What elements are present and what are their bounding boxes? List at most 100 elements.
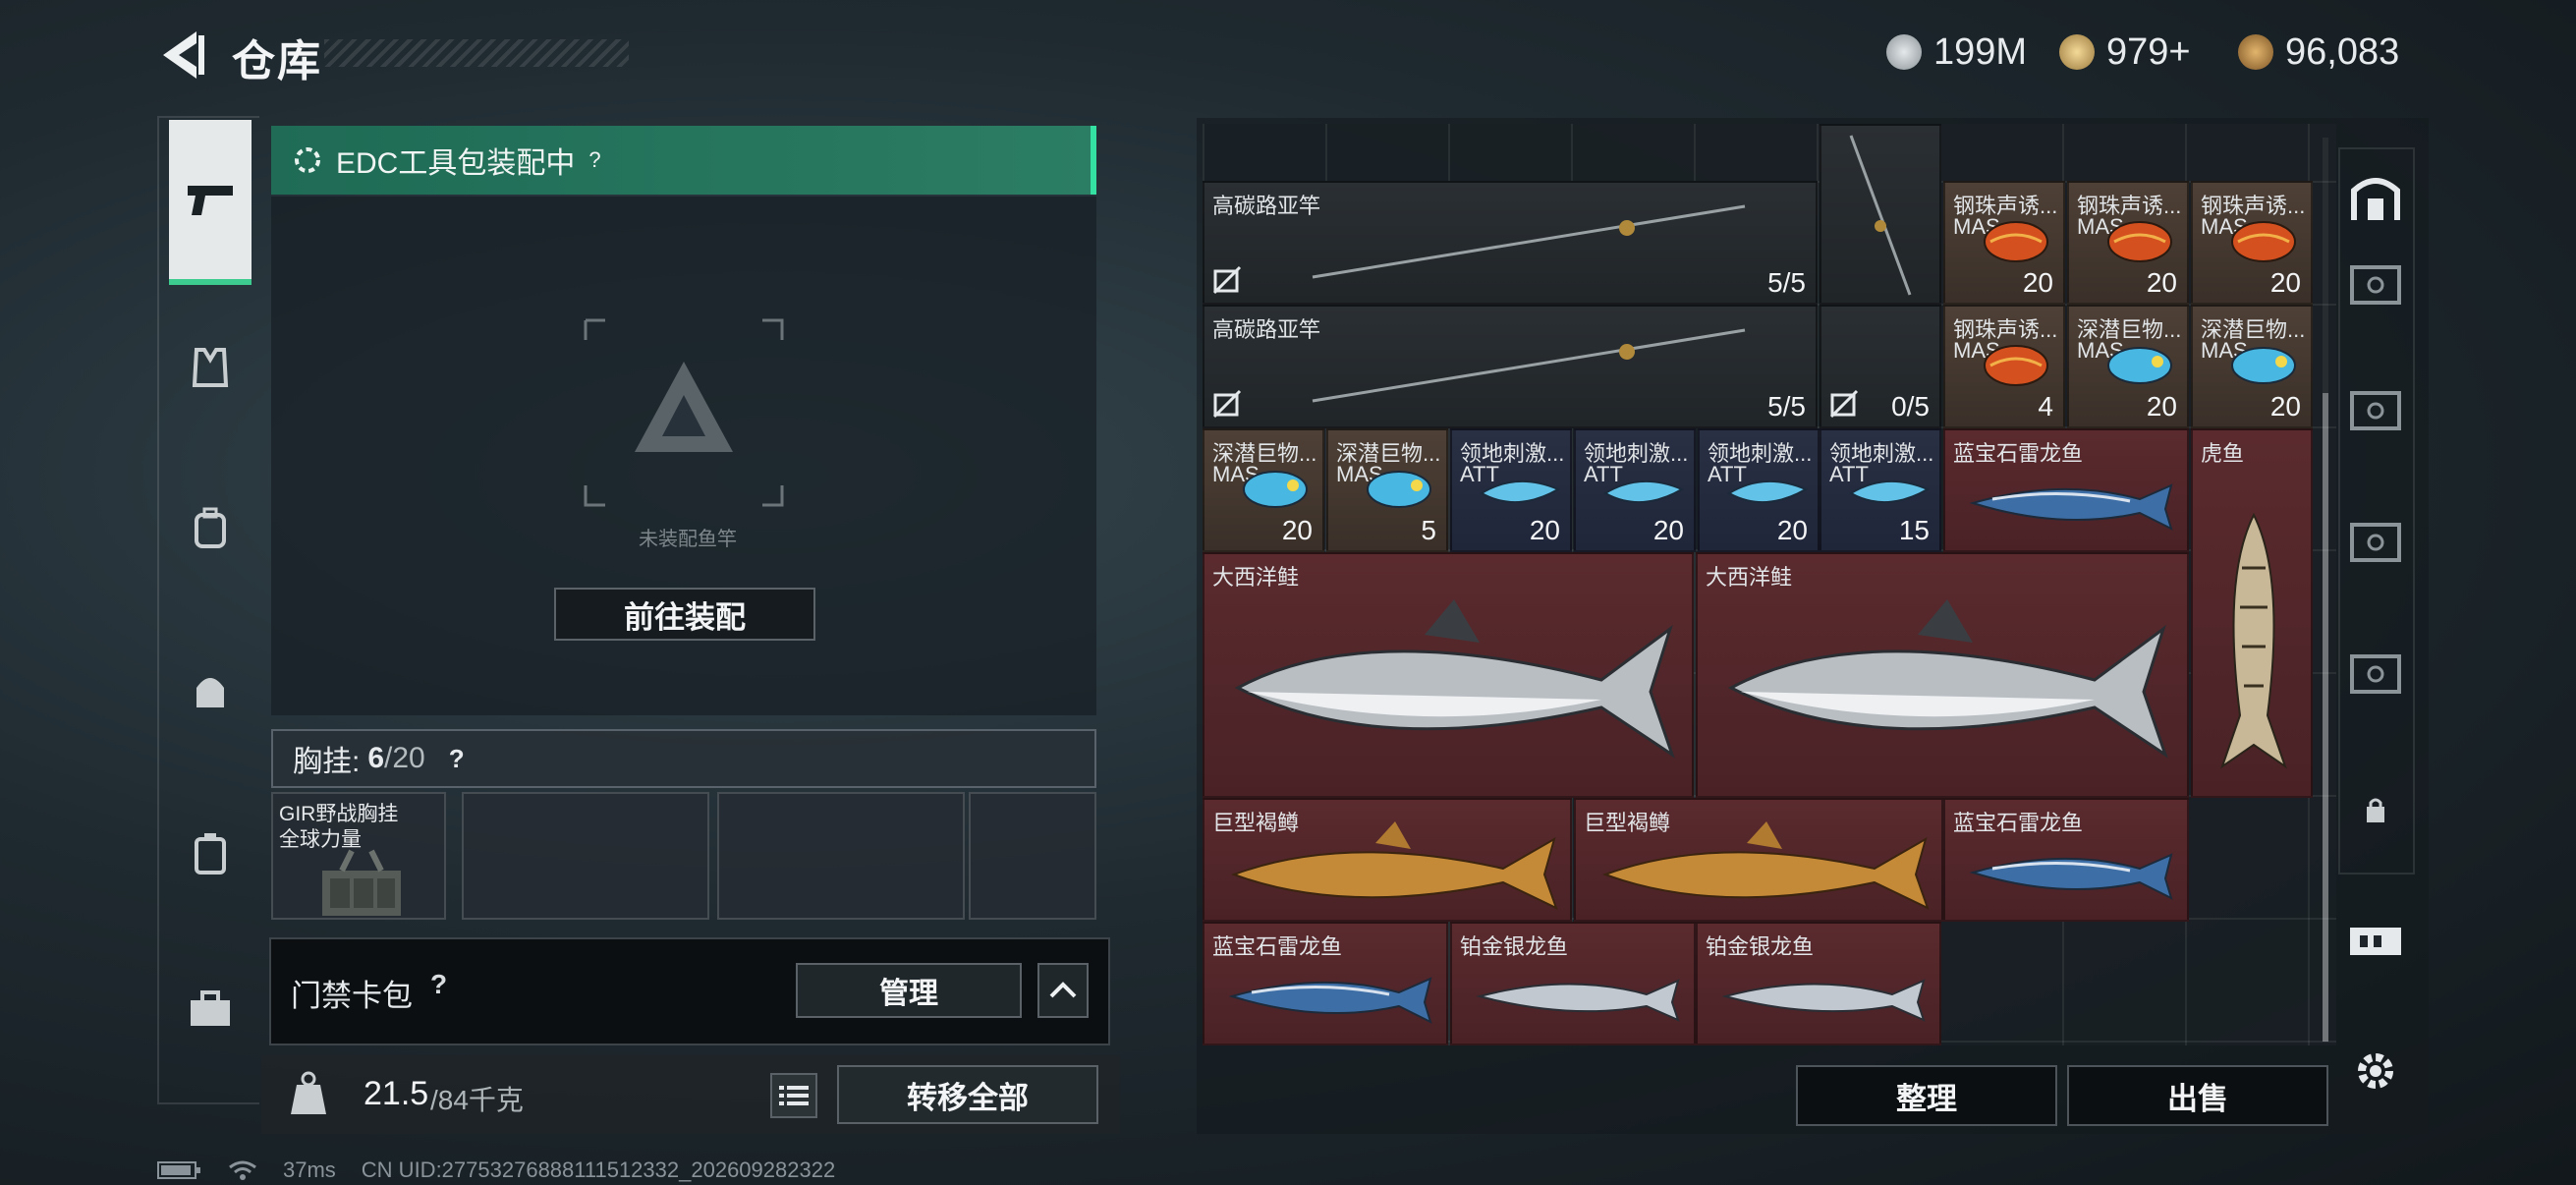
lure-item[interactable]: 领地刺激... ATT 15 [1820, 428, 1941, 552]
silver-coin-icon [1886, 34, 1922, 70]
safe-box-icon [2350, 391, 2401, 430]
salmon-image [1727, 599, 2168, 759]
bronze-coin-icon [2238, 34, 2273, 70]
chest-slot-empty[interactable] [969, 792, 1096, 920]
item-name: 大西洋鲑 [1706, 565, 1793, 590]
fish-item[interactable]: 蓝宝石雷龙鱼 [1203, 922, 1448, 1045]
tab-safe-2[interactable] [2344, 379, 2407, 442]
nav-toolbox[interactable] [169, 969, 252, 1051]
grid-scrollbar-thumb[interactable] [2323, 393, 2328, 1042]
case-icon [195, 833, 226, 875]
chevron-up-icon [1049, 982, 1077, 998]
lure-item[interactable]: 深潜巨物... MAS 20 [2067, 305, 2189, 428]
lure-item[interactable]: 深潜巨物... MAS 20 [2191, 305, 2313, 428]
tab-tag[interactable] [2344, 910, 2407, 973]
transfer-all-button[interactable]: 转移全部 [837, 1065, 1098, 1124]
minnow-lure-image [1849, 480, 1931, 503]
fishing-rod-vertical-item[interactable] [1820, 124, 1941, 305]
weight-current: 21.5 [364, 1075, 429, 1112]
chest-help-icon[interactable]: ? [449, 744, 465, 774]
fish-item[interactable]: 铂金银龙鱼 [1696, 922, 1941, 1045]
fish-item[interactable]: 蓝宝石雷龙鱼 [1943, 798, 2189, 922]
tab-locked[interactable] [2344, 778, 2407, 841]
no-mod-icon [1212, 389, 1242, 419]
sort-button[interactable]: 整理 [1796, 1065, 2057, 1126]
snakehead-fish-image [1969, 483, 2173, 531]
battery-icon [157, 1161, 200, 1179]
settings-button[interactable] [2344, 1040, 2407, 1102]
item-name: 虎鱼 [2201, 441, 2245, 466]
lure-item[interactable]: 钢珠声诱... MAS 4 [1943, 305, 2065, 428]
gear-spinner-icon [295, 147, 320, 173]
lure-item[interactable]: 深潜巨物... MAS 5 [1326, 428, 1448, 552]
tab-safe-1[interactable] [2344, 254, 2407, 316]
item-count: 20 [2269, 267, 2301, 298]
lure-item[interactable]: 领地刺激... ATT 20 [1698, 428, 1820, 552]
no-mod-icon [1212, 265, 1242, 295]
lure-item[interactable]: 领地刺激... ATT 20 [1450, 428, 1572, 552]
fish-item[interactable]: 虎鱼 [2191, 428, 2313, 798]
edc-status-bar[interactable]: EDC工具包装配中 ? [271, 126, 1096, 195]
nav-backpack[interactable] [169, 487, 252, 570]
lure-item[interactable]: 领地刺激... ATT 20 [1574, 428, 1696, 552]
unequipped-rod-label: 未装配鱼竿 [639, 529, 737, 550]
item-count: 5/5 [1767, 267, 1806, 298]
gold-token-icon [2059, 34, 2095, 70]
item-count: 20 [1776, 515, 1808, 545]
weight-icon [291, 1071, 326, 1114]
nav-case[interactable] [169, 812, 252, 894]
blue-lure-image [1243, 471, 1308, 508]
currency-bronze: 96,083 [2238, 28, 2399, 77]
vest-icon [192, 348, 229, 387]
item-count: 15 [1898, 515, 1930, 545]
weight-max: /84千克 [430, 1085, 524, 1115]
fish-item[interactable]: 铂金银龙鱼 [1450, 922, 1696, 1045]
lock-icon [2367, 798, 2384, 822]
item-count: 20 [2269, 391, 2301, 422]
fishing-rod-item[interactable]: 高碳路亚竿 5/5 [1203, 305, 1818, 428]
tab-safe-4[interactable] [2344, 643, 2407, 705]
sell-button[interactable]: 出售 [2067, 1065, 2328, 1126]
goto-equip-button[interactable]: 前往装配 [554, 588, 815, 641]
item-count: 20 [2022, 267, 2053, 298]
fishing-rod-image [1312, 204, 1746, 279]
tab-safe-3[interactable] [2344, 511, 2407, 574]
fish-item[interactable]: 巨型褐鳟 [1574, 798, 1943, 922]
chest-slot-equipped[interactable]: GIR野战胸挂 全球力量 [271, 792, 446, 920]
nav-bag[interactable] [169, 649, 252, 731]
lure-item[interactable]: 深潜巨物... MAS 20 [1203, 428, 1324, 552]
back-button[interactable] [157, 28, 206, 83]
brown-trout-image [1231, 821, 1558, 910]
lure-item[interactable]: 钢珠声诱... MAS 20 [1943, 181, 2065, 305]
fishing-rod-image [1849, 135, 1912, 296]
fish-item[interactable]: 巨型褐鳟 [1203, 798, 1572, 922]
lure-item[interactable]: 钢珠声诱... MAS 20 [2191, 181, 2313, 305]
lure-item[interactable]: 钢珠声诱... MAS 20 [2067, 181, 2189, 305]
fish-item[interactable]: 蓝宝石雷龙鱼 [1943, 428, 2189, 552]
nav-weapons[interactable] [169, 120, 252, 285]
fish-item[interactable]: 大西洋鲑 [1203, 552, 1694, 798]
edc-help-icon[interactable]: ? [588, 147, 600, 173]
collapse-button[interactable] [1037, 963, 1089, 1018]
chest-slot-empty[interactable] [462, 792, 709, 920]
rod-count-item[interactable]: 0/5 [1820, 305, 1941, 428]
nav-vest[interactable] [169, 326, 252, 409]
chest-slot-empty[interactable] [717, 792, 965, 920]
list-view-button[interactable] [770, 1073, 817, 1118]
no-mod-icon [1829, 389, 1859, 419]
currency-bronze-value: 96,083 [2285, 30, 2400, 73]
tab-vault[interactable] [2344, 167, 2407, 230]
manage-button[interactable]: 管理 [796, 963, 1022, 1018]
card-pack-label: 门禁卡包 [291, 979, 413, 1013]
chest-rig-image [322, 849, 401, 916]
fishing-rod-item[interactable]: 高碳路亚竿 5/5 [1203, 181, 1818, 305]
list-icon [779, 1086, 809, 1105]
item-count: 0/5 [1891, 391, 1930, 422]
snakehead-fish-image [1228, 977, 1432, 1024]
card-pack-help-icon[interactable]: ? [430, 969, 447, 1000]
edc-label: EDC工具包装配中 [336, 147, 576, 180]
salmon-image [1234, 599, 1675, 759]
fish-item[interactable]: 大西洋鲑 [1696, 552, 2189, 798]
item-count: 20 [1529, 515, 1560, 545]
item-count: 20 [2146, 267, 2177, 298]
